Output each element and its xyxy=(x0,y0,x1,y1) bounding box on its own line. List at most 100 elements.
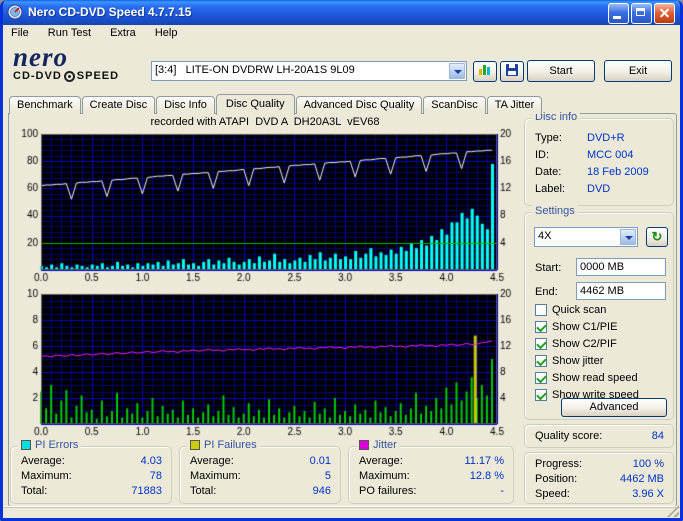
po-failures-value: - xyxy=(500,485,504,497)
checkbox-label: Show jitter xyxy=(552,355,604,367)
pi-failures-legend-color xyxy=(190,440,200,450)
menu-file[interactable]: File xyxy=(3,25,37,41)
refresh-button[interactable]: ↻ xyxy=(646,227,668,247)
app-window: Nero CD-DVD Speed 4.7.7.15 File Run Test… xyxy=(0,0,683,521)
disc-type-value: DVD+R xyxy=(587,132,625,144)
pi-failures-panel: PI Failures Average: 0.01 Maximum: 5 Total… xyxy=(179,439,341,504)
checkbox-show-jitter[interactable]: Show jitter xyxy=(535,354,603,368)
jitter-legend-color xyxy=(359,440,369,450)
pi-errors-title: PI Errors xyxy=(35,439,79,451)
nero-logo-text: nero xyxy=(13,42,69,72)
checkbox-box[interactable] xyxy=(535,389,547,401)
tab-disc-info[interactable]: Disc Info xyxy=(156,96,215,114)
po-failures-label: PO failures: xyxy=(359,485,417,497)
tab-benchmark[interactable]: Benchmark xyxy=(9,96,81,114)
disc-label-label: Label: xyxy=(535,183,565,195)
disc-type-label: Type: xyxy=(535,132,562,144)
progress-value: 100 % xyxy=(632,458,664,470)
speed-label: Speed: xyxy=(535,488,570,500)
quality-score-panel: Quality score: 84 xyxy=(524,424,674,448)
recorded-with-label: recorded with ATAPI DVD A DH20A3L vEV68 xyxy=(150,116,380,128)
tab-disc-quality[interactable]: Disc Quality xyxy=(215,94,295,115)
disc-date-label: Date: xyxy=(535,166,562,178)
graph-options-button[interactable] xyxy=(473,61,497,82)
save-results-button[interactable] xyxy=(500,61,524,82)
jitter-maximum-label: Maximum: xyxy=(359,470,410,482)
disc-id-label: ID: xyxy=(535,149,550,161)
checkbox-label: Show read speed xyxy=(552,372,638,384)
chevron-down-icon[interactable] xyxy=(620,229,636,245)
scan-speed-select[interactable]: 4X xyxy=(534,227,638,247)
checkbox-box[interactable] xyxy=(535,321,547,333)
exit-button[interactable]: Exit xyxy=(604,60,672,82)
checkbox-box[interactable] xyxy=(535,355,547,367)
logo-speed-text: SPEED xyxy=(76,70,120,82)
nero-logo: nero CD-DVD SPEED xyxy=(13,42,148,83)
scan-speed-value: 4X xyxy=(538,230,552,242)
checkbox-box[interactable] xyxy=(535,338,547,350)
checkbox-label: Show C2/PIF xyxy=(552,338,617,350)
pi-errors-chart xyxy=(11,128,519,286)
jitter-average-value: 11.17 % xyxy=(464,455,504,467)
drive-selector[interactable]: [3:4] LITE-ON DVDRW LH-20A1S 9L09 xyxy=(151,61,467,81)
quality-score-value: 84 xyxy=(651,430,664,442)
disc-icon xyxy=(63,70,75,82)
menu-bar: File Run Test Extra Help xyxy=(3,25,680,43)
tab-scandisc[interactable]: ScanDisc xyxy=(423,96,486,114)
status-bar xyxy=(3,505,680,518)
position-label: Position: xyxy=(535,473,578,485)
pif-total-value: 946 xyxy=(312,485,331,497)
speed-value: 3.96 X xyxy=(632,488,664,500)
checkbox-label: Show C1/PIE xyxy=(552,321,618,333)
maximize-button[interactable] xyxy=(631,3,652,24)
pi-failures-jitter-chart xyxy=(11,288,519,440)
tab-ta-jitter[interactable]: TA Jitter xyxy=(486,96,543,114)
menu-extra[interactable]: Extra xyxy=(102,25,144,41)
pie-total-value: 71883 xyxy=(131,485,162,497)
resize-grip[interactable] xyxy=(667,505,679,517)
drive-selector-value: [3:4] LITE-ON DVDRW LH-20A1S 9L09 xyxy=(155,64,355,76)
pie-maximum-value: 78 xyxy=(149,470,162,482)
disc-id-value: MCC 004 xyxy=(587,149,634,161)
title-bar: Nero CD-DVD Speed 4.7.7.15 xyxy=(3,0,680,25)
tab-advanced-disc-quality[interactable]: Advanced Disc Quality xyxy=(295,96,423,114)
chevron-down-icon[interactable] xyxy=(449,63,465,79)
checkbox-box[interactable] xyxy=(535,372,547,384)
checkbox-label: Quick scan xyxy=(552,304,607,316)
settings-title: Settings xyxy=(535,205,575,217)
pie-maximum-label: Maximum: xyxy=(21,470,72,482)
disc-label-value: DVD xyxy=(587,183,611,195)
checkbox-show-read-speed[interactable]: Show read speed xyxy=(535,371,638,385)
window-title: Nero CD-DVD Speed 4.7.7.15 xyxy=(28,5,192,19)
pie-total-label: Total: xyxy=(21,485,48,497)
jitter-panel: Jitter Average: 11.17 % Maximum: 12.8 % PO… xyxy=(348,439,514,504)
save-icon xyxy=(506,64,518,76)
position-value: 4462 MB xyxy=(619,473,664,485)
end-position-label: End: xyxy=(535,286,558,298)
close-button[interactable] xyxy=(654,3,675,24)
pi-failures-title: PI Failures xyxy=(204,439,257,451)
minimize-button[interactable] xyxy=(608,3,629,24)
checkbox-box[interactable] xyxy=(535,304,547,316)
end-position-input[interactable] xyxy=(576,282,666,300)
quality-score-label: Quality score: xyxy=(535,430,603,442)
pif-average-label: Average: xyxy=(190,455,234,467)
pi-errors-legend-color xyxy=(21,440,31,450)
pie-average-value: 4.03 xyxy=(140,455,162,467)
menu-help[interactable]: Help xyxy=(147,25,186,41)
advanced-button[interactable]: Advanced xyxy=(561,398,667,417)
checkbox-show-c2-pif[interactable]: Show C2/PIF xyxy=(535,337,617,351)
chart-icon xyxy=(479,64,491,75)
start-position-label: Start: xyxy=(535,262,562,274)
start-button[interactable]: Start xyxy=(527,60,595,82)
tab-create-disc[interactable]: Create Disc xyxy=(81,96,156,114)
refresh-icon: ↻ xyxy=(651,229,663,244)
jitter-maximum-value: 12.8 % xyxy=(469,470,504,482)
checkbox-quick-scan[interactable]: Quick scan xyxy=(535,303,606,317)
progress-label: Progress: xyxy=(535,458,583,470)
menu-run-test[interactable]: Run Test xyxy=(40,25,99,41)
start-position-input[interactable] xyxy=(576,258,666,276)
disc-date-value: 18 Feb 2009 xyxy=(587,166,649,178)
disc-info-panel: Disc info Type: DVD+R ID: MCC 004 Date: 18 … xyxy=(524,111,674,206)
checkbox-show-c1-pie[interactable]: Show C1/PIE xyxy=(535,320,617,334)
